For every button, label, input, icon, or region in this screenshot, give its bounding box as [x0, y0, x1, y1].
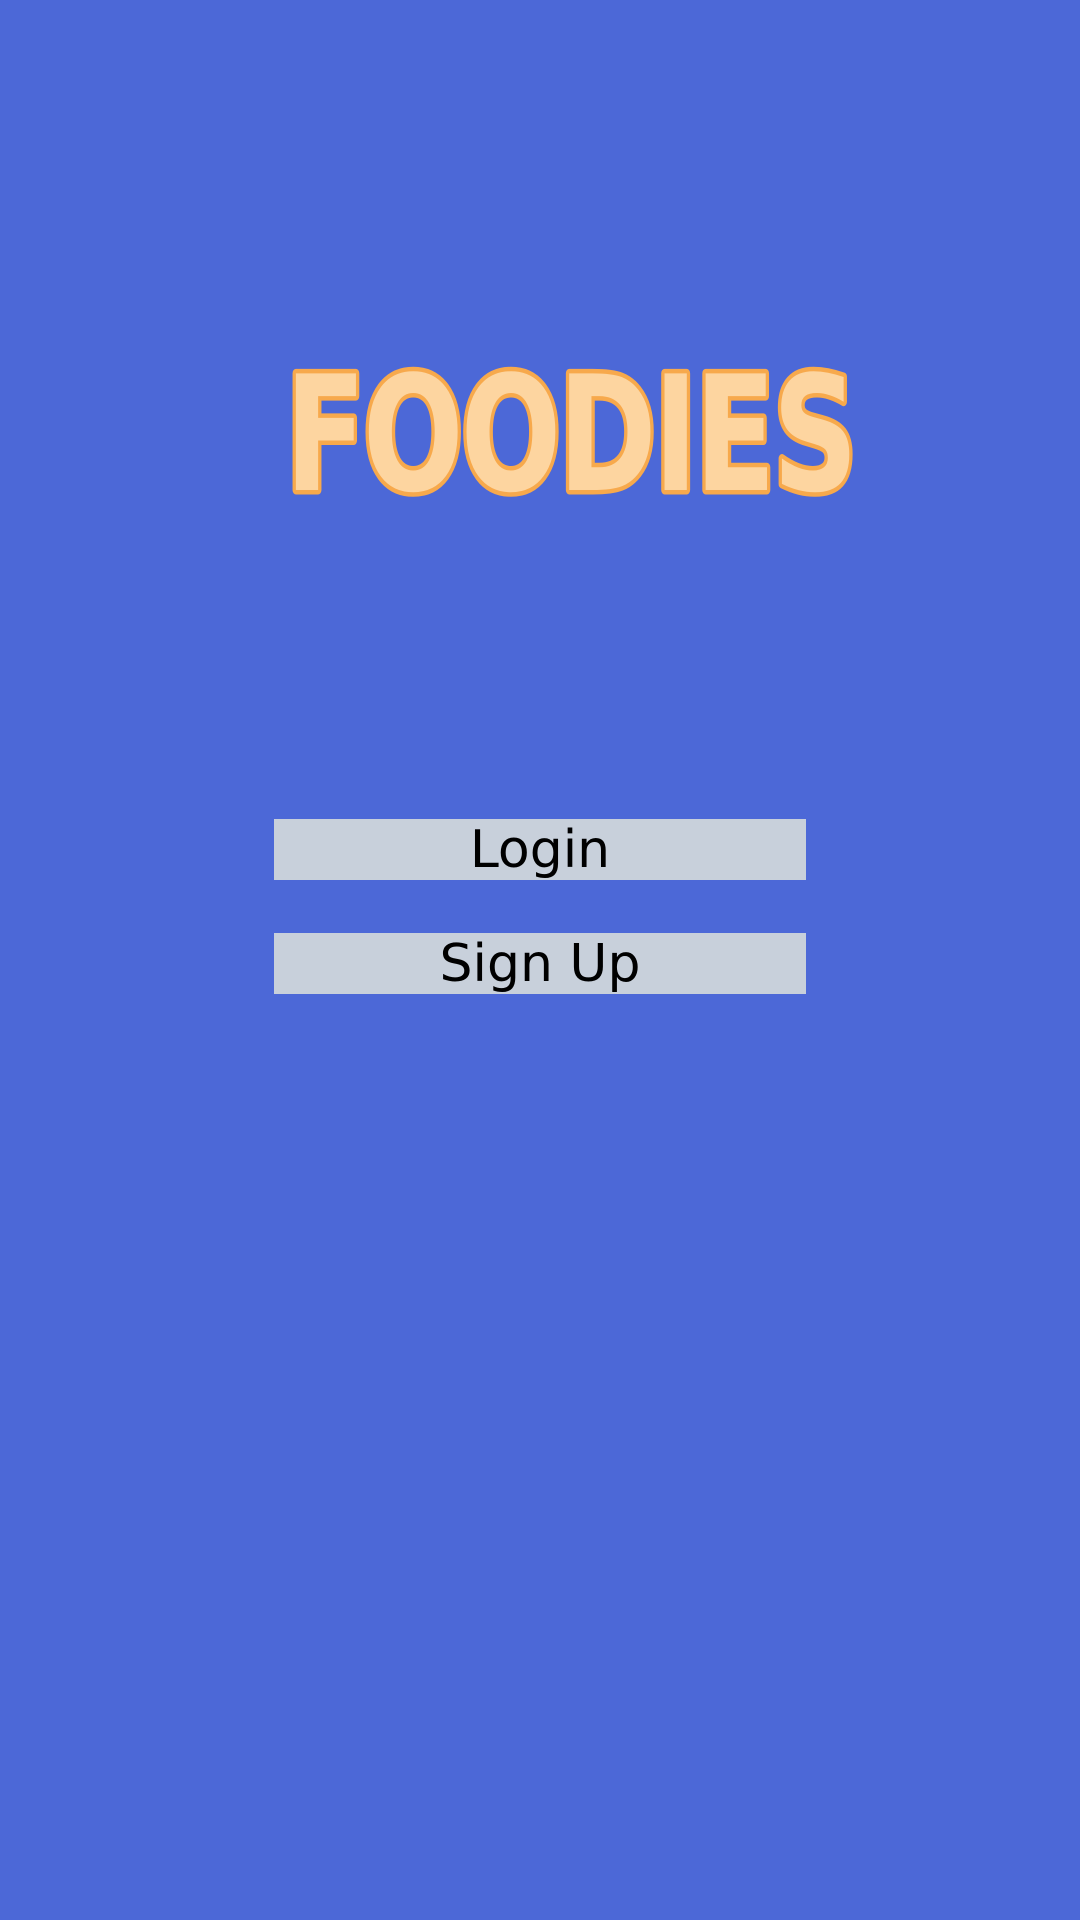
welcome-screen: FOODIES Login Sign Up	[0, 0, 1080, 1920]
foodies-logo-graphic: FOODIES	[281, 337, 864, 533]
foodies-logo: FOODIES	[270, 337, 870, 533]
signup-button[interactable]: Sign Up	[274, 933, 806, 994]
login-button[interactable]: Login	[274, 819, 806, 880]
logo-wordmark: FOODIES	[285, 341, 855, 528]
